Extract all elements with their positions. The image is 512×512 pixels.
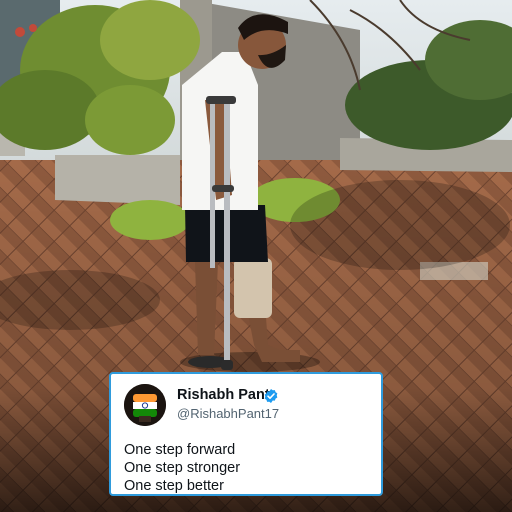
tweet-line: One step stronger [124,460,241,476]
tweet-text: One step forward One step stronger One s… [124,441,240,495]
avatar[interactable] [124,384,166,426]
tweet-card[interactable]: Rishabh Pant @RishabhPant17 One step for… [109,372,383,496]
flag-fist-icon [124,384,166,426]
tweet-line: One step forward [124,442,236,458]
handle[interactable]: @RishabhPant17 [177,406,279,421]
verified-badge-icon [264,389,278,403]
display-name[interactable]: Rishabh Pant [177,387,270,403]
tweet-line: One step better [124,478,224,494]
